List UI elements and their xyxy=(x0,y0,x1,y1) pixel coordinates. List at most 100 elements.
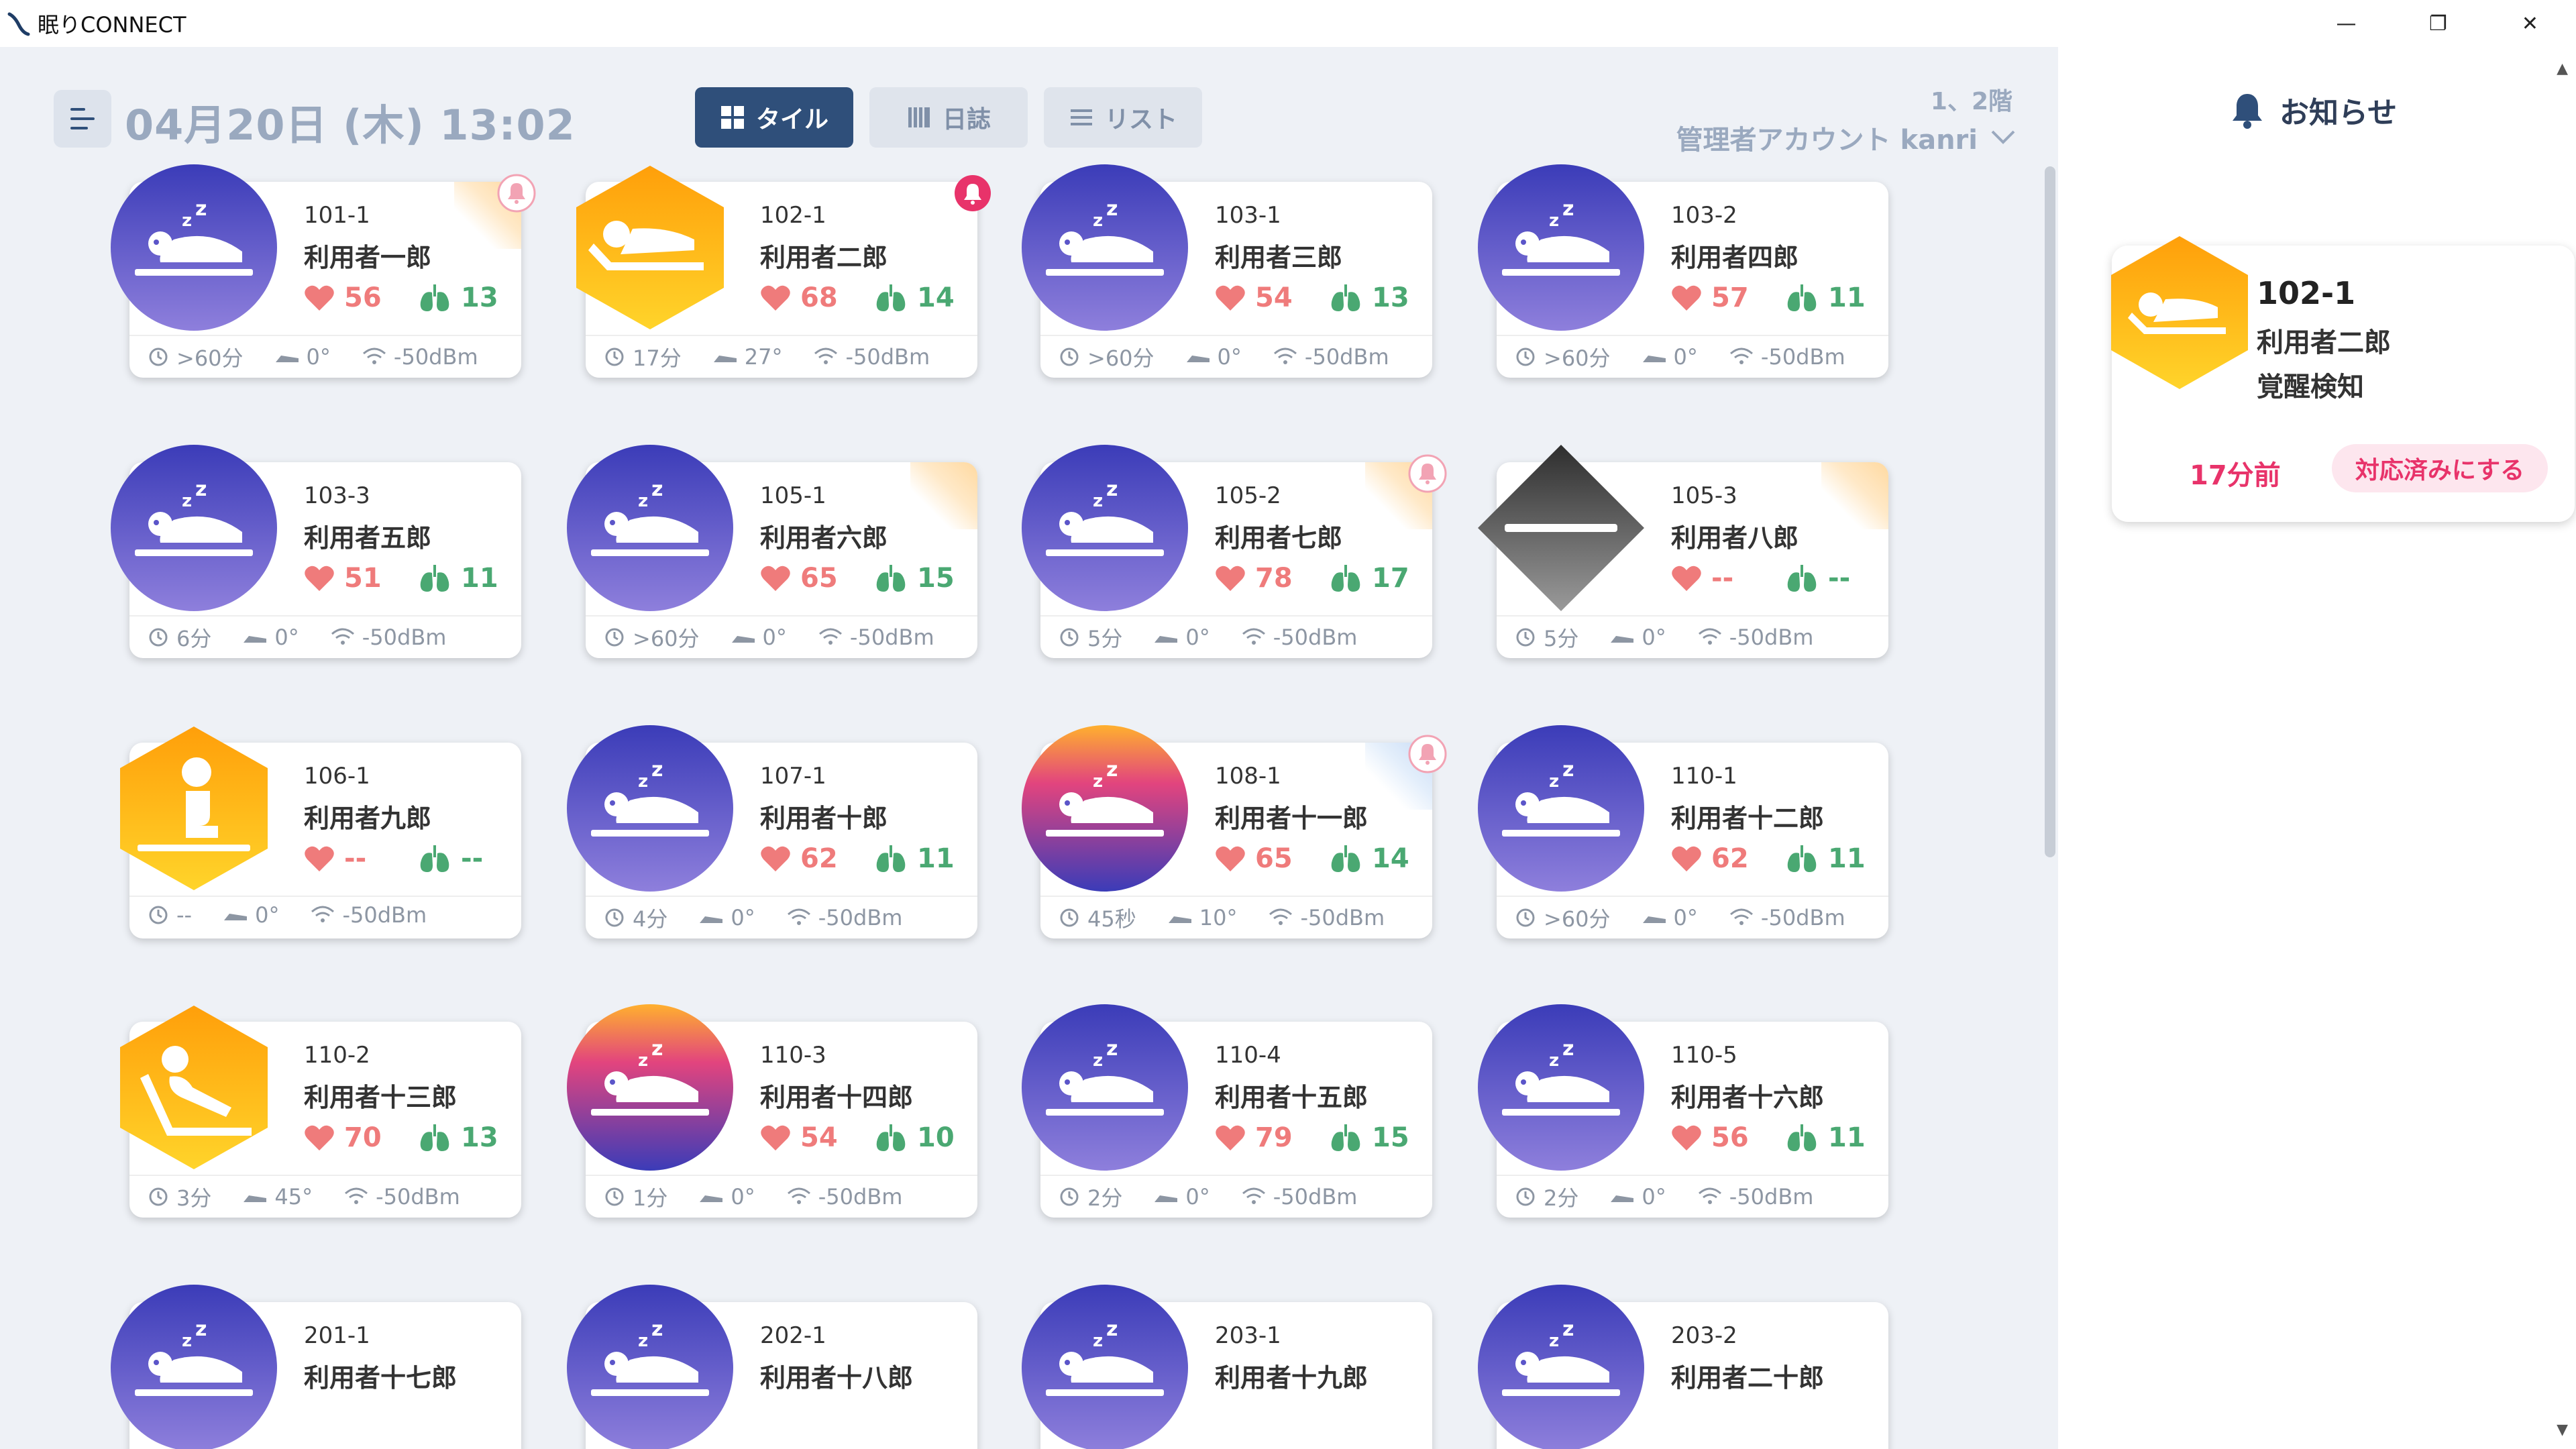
heart-rate: 54 xyxy=(1255,282,1293,313)
bed-angle-icon xyxy=(731,636,755,643)
resident-tile[interactable]: 202-1 利用者十八郎 z z xyxy=(567,1285,977,1449)
room-number: 110-1 xyxy=(1671,763,1737,790)
card-footer: -- 0° -50dBm xyxy=(147,902,427,928)
svg-text:z: z xyxy=(1093,1051,1103,1071)
elapsed-time: 5分 xyxy=(1087,626,1123,651)
resident-tile[interactable]: 101-1 利用者一郎 56 13 >60分 0° -50dBm z z xyxy=(111,164,536,378)
tab-journal[interactable]: 日誌 xyxy=(869,87,1028,148)
signal-strength: -50dBm xyxy=(1273,625,1358,650)
respiration-rate: 14 xyxy=(1372,843,1409,874)
minimize-button[interactable]: — xyxy=(2300,0,2392,47)
restore-button[interactable]: ❐ xyxy=(2392,0,2484,47)
tab-tile[interactable]: タイル xyxy=(695,87,853,148)
respiration-rate: 13 xyxy=(1372,282,1409,313)
card-footer: 4分 0° -50dBm xyxy=(603,902,902,933)
heart-icon xyxy=(1672,285,1701,311)
resident-tile[interactable]: 110-4 利用者十五郎 79 15 2分 0° -50dBm z z xyxy=(1022,1004,1432,1218)
status-corner xyxy=(910,462,977,529)
bed-angle-icon xyxy=(244,636,267,643)
scrollbar[interactable] xyxy=(2045,166,2055,857)
list-icon xyxy=(1070,109,1092,125)
room-number: 110-4 xyxy=(1215,1042,1281,1069)
vitals: 54 13 xyxy=(1215,282,1409,313)
room-number: 105-1 xyxy=(760,482,826,509)
card-footer: >60分 0° -50dBm xyxy=(147,341,478,372)
resident-tile[interactable]: 103-2 利用者四郎 57 11 >60分 0° -50dBm z z xyxy=(1478,164,1888,378)
menu-button[interactable] xyxy=(54,90,111,148)
svg-text:z: z xyxy=(1562,1037,1574,1061)
room-number: 105-2 xyxy=(1215,482,1281,509)
scroll-up-arrow-icon[interactable]: ▲ xyxy=(2557,60,2568,77)
signal-strength: -50dBm xyxy=(1760,344,1845,370)
resident-tile[interactable]: 203-1 利用者十九郎 z z xyxy=(1022,1285,1432,1449)
resident-tile[interactable]: 110-1 利用者十二郎 62 11 >60分 0° -50dBm z z xyxy=(1478,725,1888,938)
respiration-rate: 11 xyxy=(1828,1122,1866,1153)
heart-icon xyxy=(1672,566,1701,591)
signal-strength: -50dBm xyxy=(362,625,447,650)
heart-icon xyxy=(1216,285,1245,311)
elapsed-time: -- xyxy=(176,902,193,928)
timer-icon xyxy=(605,347,624,366)
resident-name: 利用者十郎 xyxy=(760,804,888,833)
room-number: 201-1 xyxy=(304,1322,370,1349)
vitals: 68 14 xyxy=(760,282,955,313)
resident-tile[interactable]: 106-1 利用者九郎 -- -- -- 0° -50dBm xyxy=(111,725,521,938)
resident-tile[interactable]: 201-1 利用者十七郎 z z xyxy=(111,1285,521,1449)
close-button[interactable]: ✕ xyxy=(2484,0,2576,47)
notification-bell-icon[interactable] xyxy=(1407,453,1448,494)
resident-tile[interactable]: 110-5 利用者十六郎 56 11 2分 0° -50dBm z z xyxy=(1478,1004,1888,1218)
notification-bell-icon[interactable] xyxy=(1407,733,1448,775)
bed-angle-icon xyxy=(1155,636,1178,643)
resident-tile[interactable]: 105-3 利用者八郎 -- -- 5分 0° -50dBm xyxy=(1478,445,1888,658)
tab-list[interactable]: リスト xyxy=(1044,87,1202,148)
room-number: 103-2 xyxy=(1671,202,1737,229)
bed-angle-icon xyxy=(1611,636,1634,643)
sleeping-icon: z z xyxy=(1022,1285,1188,1449)
resident-tile[interactable]: 105-1 利用者六郎 65 15 >60分 0° -50dBm z z xyxy=(567,445,977,658)
heart-icon xyxy=(305,1125,334,1150)
status-corner xyxy=(1821,462,1888,529)
wifi-icon xyxy=(1273,347,1297,364)
svg-text:z: z xyxy=(1549,1331,1559,1351)
wifi-icon xyxy=(814,347,838,364)
resident-tile[interactable]: 110-3 利用者十四郎 54 10 1分 0° -50dBm z z xyxy=(567,1004,977,1218)
notification-card[interactable]: 102-1 利用者二郎 覚醒検知 17分前 対応済みにする xyxy=(2111,236,2575,522)
mark-handled-button[interactable]: 対応済みにする xyxy=(2332,444,2548,492)
resident-tile[interactable]: 107-1 利用者十郎 62 11 4分 0° -50dBm z z xyxy=(567,725,977,938)
heart-icon xyxy=(761,566,790,591)
resident-tile[interactable]: 108-1 利用者十一郎 65 14 45秒 10° -50dBm z z xyxy=(1022,725,1447,938)
elapsed-time: 17分 xyxy=(633,345,682,371)
vitals: 56 11 xyxy=(1671,1122,1866,1153)
notification-name: 利用者二郎 xyxy=(2257,327,2391,358)
notification-bell-icon[interactable] xyxy=(496,172,537,214)
floor-label: 1、2階 xyxy=(1930,88,2012,115)
resident-tile[interactable]: 102-1 利用者二郎 68 14 17分 27° -50dBm xyxy=(567,164,991,378)
lungs-icon xyxy=(1331,284,1360,311)
resident-tile[interactable]: 103-3 利用者五郎 51 11 6分 0° -50dBm z z xyxy=(111,445,521,658)
signal-strength: -50dBm xyxy=(818,905,903,930)
lungs-icon xyxy=(1787,284,1817,311)
resident-name: 利用者二郎 xyxy=(760,243,888,272)
vitals: 56 13 xyxy=(304,282,498,313)
svg-text:z: z xyxy=(651,758,663,782)
vitals: -- -- xyxy=(304,843,483,874)
room-number: 103-3 xyxy=(304,482,370,509)
bed-angle-icon xyxy=(1155,1195,1178,1202)
scroll-down-arrow-icon[interactable]: ▼ xyxy=(2557,1421,2568,1438)
card-divider xyxy=(586,615,977,616)
resident-tile[interactable]: 203-2 利用者二十郎 z z xyxy=(1478,1285,1888,1449)
alarm-icon[interactable] xyxy=(952,172,994,214)
signal-strength: -50dBm xyxy=(1729,1184,1814,1210)
card-footer: >60分 0° -50dBm xyxy=(1514,902,1845,933)
elapsed-time: 1分 xyxy=(633,1185,668,1211)
svg-text:z: z xyxy=(1093,491,1103,511)
bed-angle-icon xyxy=(713,356,737,362)
bed-angle: 0° xyxy=(1673,344,1698,370)
resident-tile[interactable]: 103-1 利用者三郎 54 13 >60分 0° -50dBm z z xyxy=(1022,164,1432,378)
resident-tile[interactable]: 105-2 利用者七郎 78 17 5分 0° -50dBm z z xyxy=(1022,445,1447,658)
heart-rate: 78 xyxy=(1255,563,1293,594)
awake-reclined-icon xyxy=(2111,236,2248,389)
resident-name: 利用者二十郎 xyxy=(1671,1363,1825,1393)
account-selector[interactable]: 管理者アカウント kanri xyxy=(1676,118,2017,157)
resident-tile[interactable]: 110-2 利用者十三郎 70 13 3分 45° -50dBm xyxy=(111,1004,521,1218)
